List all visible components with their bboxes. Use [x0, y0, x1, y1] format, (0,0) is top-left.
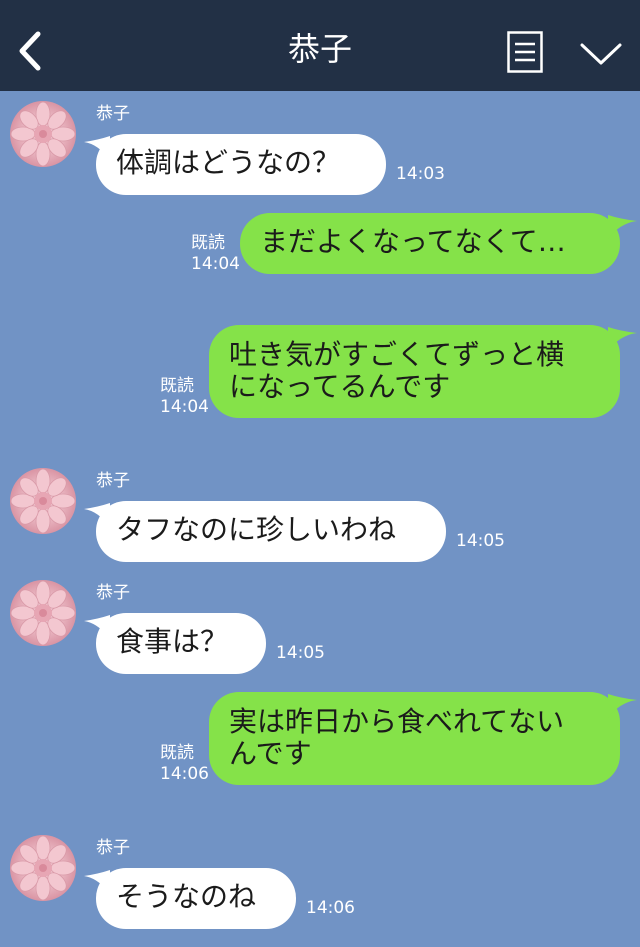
message-text: まだよくなってなくて…	[260, 225, 566, 258]
avatar[interactable]	[10, 468, 76, 534]
bubble-tail	[608, 327, 637, 351]
message-line: んです	[229, 737, 312, 770]
avatar[interactable]	[10, 580, 76, 646]
message-bubble[interactable]: まだよくなってなくて…	[240, 213, 620, 274]
read-receipt: 既読	[160, 376, 194, 396]
avatar[interactable]	[10, 835, 76, 901]
message-time: 14:04	[160, 397, 209, 417]
message-time: 14:05	[456, 531, 505, 551]
avatar[interactable]	[10, 101, 76, 167]
sender-name: 恭子	[96, 104, 130, 124]
message-time: 14:03	[396, 164, 445, 184]
flower-avatar	[10, 835, 76, 901]
message-time: 14:04	[191, 254, 240, 274]
message-bubble[interactable]: 食事は？	[96, 613, 266, 674]
message-bubble[interactable]: 体調はどうなの？	[96, 134, 386, 195]
message-text: 食事は？	[116, 625, 229, 658]
message-line: 吐き気がすごくてずっと横	[229, 338, 565, 371]
message-text: タフなのに珍しいわね	[116, 513, 397, 546]
message-text: 体調はどうなの？	[116, 146, 341, 179]
message-bubble[interactable]: 吐き気がすごくてずっと横 になってるんです	[209, 325, 620, 418]
chat-title: 恭子	[287, 30, 352, 68]
notes-icon[interactable]	[507, 31, 543, 73]
sender-name: 恭子	[96, 838, 130, 858]
bubble-tail	[608, 215, 637, 239]
chevron-down-icon[interactable]	[579, 40, 623, 68]
flower-avatar	[10, 468, 76, 534]
message-text: そうなのね	[116, 880, 257, 913]
message-line: になってるんです	[229, 370, 451, 403]
message-bubble[interactable]: 実は昨日から食べれてない んです	[209, 692, 620, 785]
message-time: 14:06	[306, 898, 355, 918]
sender-name: 恭子	[96, 471, 130, 491]
read-receipt: 既読	[191, 233, 225, 253]
read-receipt: 既読	[160, 743, 194, 763]
chat-header: 恭子	[0, 0, 640, 91]
sender-name: 恭子	[96, 583, 130, 603]
bubble-tail	[608, 694, 637, 718]
message-time: 14:05	[276, 643, 325, 663]
flower-avatar	[10, 101, 76, 167]
message-time: 14:06	[160, 764, 209, 784]
flower-avatar	[10, 580, 76, 646]
message-bubble[interactable]: そうなのね	[96, 868, 296, 929]
message-bubble[interactable]: タフなのに珍しいわね	[96, 501, 446, 562]
message-line: 実は昨日から食べれてない	[229, 705, 565, 738]
